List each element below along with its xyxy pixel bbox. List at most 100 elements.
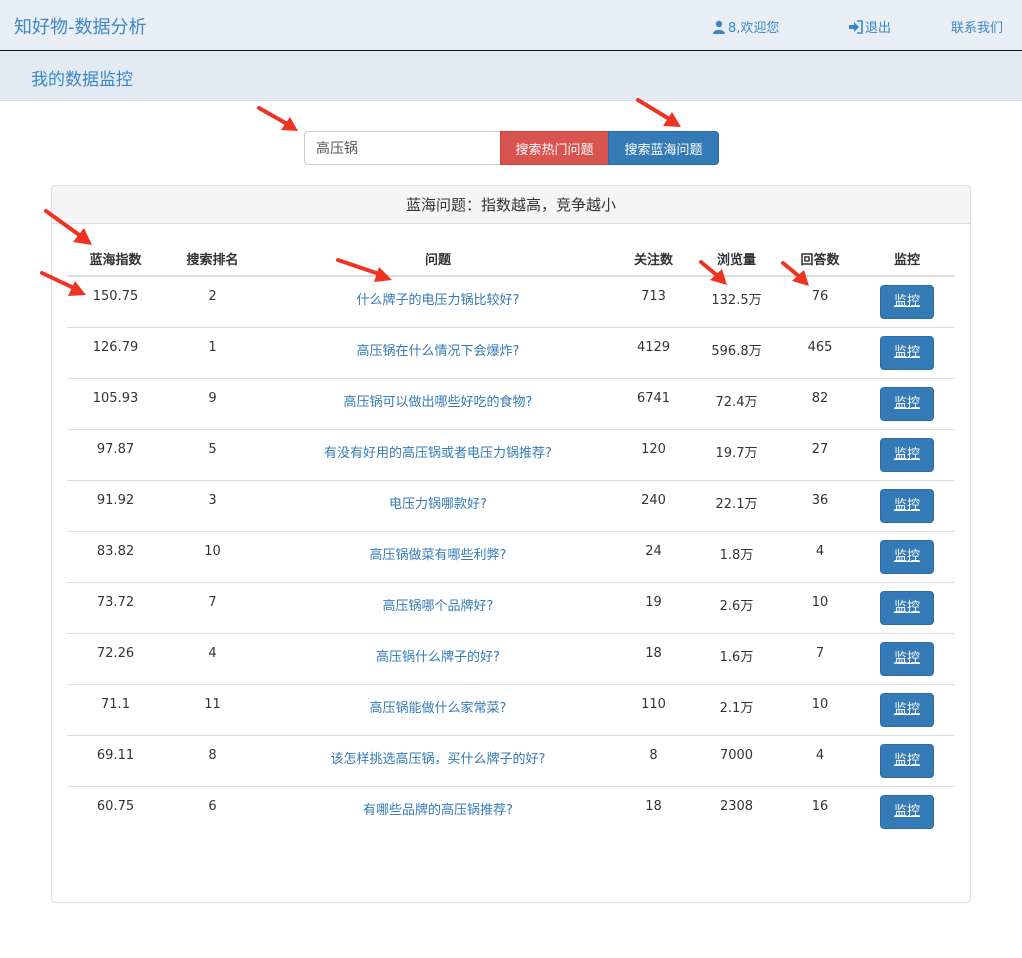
cell-action: 监控 <box>859 683 955 735</box>
cell-views: 596.8万 <box>692 326 781 378</box>
cell-index: 105.93 <box>67 377 164 429</box>
logout-text: 退出 <box>865 21 892 36</box>
cell-action: 监控 <box>859 632 955 684</box>
cell-follow: 6741 <box>615 377 692 429</box>
table-header-row: 蓝海指数 搜索排名 问题 关注数 浏览量 回答数 监控 <box>67 241 955 277</box>
table-row: 72.26 4 高压锅什么牌子的好? 18 1.6万 7 监控 <box>67 632 955 684</box>
cell-answers: 27 <box>781 428 859 480</box>
cell-action: 监控 <box>859 276 955 327</box>
table-row: 91.92 3 电压力锅哪款好? 240 22.1万 36 监控 <box>67 479 955 531</box>
monitor-button[interactable]: 监控 <box>880 794 934 829</box>
monitor-button[interactable]: 监控 <box>880 743 934 778</box>
question-link[interactable]: 高压锅什么牌子的好? <box>261 632 615 684</box>
results-panel: 蓝海问题：指数越高，竞争越小 蓝海指数 搜索排名 问题 关注数 浏览量 回答数 … <box>51 185 971 903</box>
question-link[interactable]: 高压锅哪个品牌好? <box>261 581 615 633</box>
cell-index: 72.26 <box>67 632 164 684</box>
question-link[interactable]: 高压锅做菜有哪些利弊? <box>261 530 615 582</box>
table-row: 60.75 6 有哪些品牌的高压锅推荐? 18 2308 16 监控 <box>67 785 955 837</box>
cell-rank: 4 <box>164 632 261 684</box>
cell-index: 73.72 <box>67 581 164 633</box>
monitor-button[interactable]: 监控 <box>880 437 934 472</box>
contact-link[interactable]: 联系我们 <box>951 17 1003 36</box>
table-row: 71.1 11 高压锅能做什么家常菜? 110 2.1万 10 监控 <box>67 683 955 735</box>
table-row: 73.72 7 高压锅哪个品牌好? 19 2.6万 10 监控 <box>67 581 955 633</box>
monitor-button[interactable]: 监控 <box>880 692 934 727</box>
col-header-answers[interactable]: 回答数 <box>781 241 859 277</box>
logout-icon <box>849 19 863 34</box>
question-link[interactable]: 有没有好用的高压锅或者电压力锅推荐? <box>261 428 615 480</box>
search-hot-questions-button[interactable]: 搜索热门问题 <box>500 131 609 165</box>
question-link[interactable]: 什么牌子的电压力锅比较好? <box>261 276 615 327</box>
cell-action: 监控 <box>859 530 955 582</box>
cell-index: 150.75 <box>92 289 139 304</box>
cell-action: 监控 <box>859 581 955 633</box>
question-link[interactable]: 高压锅在什么情况下会爆炸? <box>261 326 615 378</box>
cell-follow: 8 <box>615 734 692 786</box>
results-table: 蓝海指数 搜索排名 问题 关注数 浏览量 回答数 监控 150.75 2 什么牌… <box>67 241 955 837</box>
cell-index: 126.79 <box>67 326 164 378</box>
cell-rank: 11 <box>164 683 261 735</box>
col-header-follow[interactable]: 关注数 <box>615 241 692 277</box>
cell-views: 2.1万 <box>692 683 781 735</box>
cell-answers: 82 <box>781 377 859 429</box>
cell-action: 监控 <box>859 734 955 786</box>
cell-action: 监控 <box>859 377 955 429</box>
cell-answers: 10 <box>781 581 859 633</box>
cell-answers: 4 <box>781 530 859 582</box>
cell-follow: 240 <box>615 479 692 531</box>
cell-index: 71.1 <box>67 683 164 735</box>
question-link[interactable]: 该怎样挑选高压锅，买什么牌子的好? <box>261 734 615 786</box>
col-header-index[interactable]: 蓝海指数 <box>67 241 164 277</box>
cell-follow: 713 <box>641 289 666 304</box>
cell-index: 97.87 <box>67 428 164 480</box>
table-row: 97.87 5 有没有好用的高压锅或者电压力锅推荐? 120 19.7万 27 … <box>67 428 955 480</box>
table-row: 105.93 9 高压锅可以做出哪些好吃的食物? 6741 72.4万 82 监… <box>67 377 955 429</box>
monitor-button[interactable]: 监控 <box>880 539 934 574</box>
cell-follow: 18 <box>615 632 692 684</box>
cell-follow: 110 <box>615 683 692 735</box>
cell-rank: 6 <box>164 785 261 837</box>
page-title[interactable]: 我的数据监控 <box>31 65 133 90</box>
table-row: 150.75 2 什么牌子的电压力锅比较好? 713 132.5万 76 监控 <box>67 276 955 327</box>
cell-action: 监控 <box>859 479 955 531</box>
search-blue-ocean-button[interactable]: 搜索蓝海问题 <box>608 131 719 165</box>
monitor-button[interactable]: 监控 <box>880 488 934 523</box>
cell-rank: 1 <box>164 326 261 378</box>
monitor-button[interactable]: 监控 <box>880 590 934 625</box>
cell-rank: 7 <box>164 581 261 633</box>
cell-index: 69.11 <box>67 734 164 786</box>
user-icon <box>713 20 725 34</box>
cell-index: 60.75 <box>67 785 164 837</box>
cell-answers: 36 <box>781 479 859 531</box>
question-link[interactable]: 高压锅可以做出哪些好吃的食物? <box>261 377 615 429</box>
logout-link[interactable]: 退出 <box>848 17 891 36</box>
cell-follow: 19 <box>615 581 692 633</box>
monitor-button[interactable]: 监控 <box>880 285 934 319</box>
col-header-rank[interactable]: 搜索排名 <box>164 241 261 277</box>
monitor-button[interactable]: 监控 <box>880 335 934 370</box>
monitor-button[interactable]: 监控 <box>880 641 934 676</box>
cell-index: 83.82 <box>67 530 164 582</box>
col-header-views[interactable]: 浏览量 <box>692 241 781 277</box>
cell-follow: 4129 <box>615 326 692 378</box>
cell-views: 132.5万 <box>711 293 762 308</box>
search-input[interactable] <box>304 131 502 165</box>
cell-index: 91.92 <box>67 479 164 531</box>
cell-views: 19.7万 <box>692 428 781 480</box>
brand-title[interactable]: 知好物-数据分析 <box>14 13 147 39</box>
cell-follow: 24 <box>615 530 692 582</box>
cell-rank: 8 <box>164 734 261 786</box>
cell-views: 1.6万 <box>692 632 781 684</box>
question-link[interactable]: 高压锅能做什么家常菜? <box>261 683 615 735</box>
table-row: 126.79 1 高压锅在什么情况下会爆炸? 4129 596.8万 465 监… <box>67 326 955 378</box>
cell-action: 监控 <box>859 428 955 480</box>
monitor-button[interactable]: 监控 <box>880 386 934 421</box>
col-header-question[interactable]: 问题 <box>261 241 615 277</box>
question-link[interactable]: 电压力锅哪款好? <box>261 479 615 531</box>
page: 知好物-数据分析 8,欢迎您 退出 联系我们 我的数据监控 搜索热门问题 搜索蓝… <box>0 0 1022 958</box>
question-link[interactable]: 有哪些品牌的高压锅推荐? <box>261 785 615 837</box>
user-welcome-link[interactable]: 8,欢迎您 <box>712 17 779 36</box>
cell-follow: 120 <box>615 428 692 480</box>
cell-views: 2308 <box>692 785 781 837</box>
cell-action: 监控 <box>859 326 955 378</box>
